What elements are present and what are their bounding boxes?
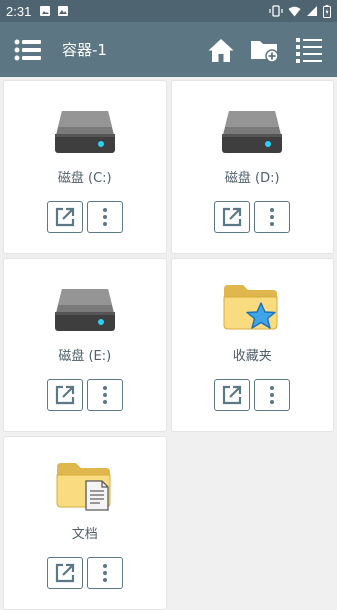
open-external-icon — [223, 207, 242, 227]
hard-drive-icon — [54, 273, 116, 333]
new-folder-button[interactable] — [247, 32, 283, 68]
storage-grid: 磁盘 (C:) 磁盘 (D:) 磁盘 (E:) 收藏夹 文档 — [0, 77, 337, 610]
more-vert-icon — [270, 208, 275, 226]
more-options-button[interactable] — [86, 201, 123, 233]
notification-image-icon — [40, 6, 51, 16]
open-external-icon — [55, 207, 74, 227]
storage-label: 磁盘 (C:) — [57, 171, 112, 186]
notification-photo-icon — [58, 6, 69, 16]
documents-folder-icon — [56, 451, 114, 511]
home-icon — [208, 38, 234, 62]
more-options-button[interactable] — [254, 379, 291, 411]
hard-drive-icon — [221, 95, 283, 155]
list-menu-icon — [14, 39, 41, 60]
open-button[interactable] — [214, 201, 251, 233]
open-external-icon — [223, 385, 242, 405]
more-vert-icon — [102, 564, 107, 582]
storage-label: 磁盘 (D:) — [224, 171, 280, 186]
more-options-button[interactable] — [86, 379, 123, 411]
storage-label: 文档 — [71, 527, 98, 542]
storage-card-favorites[interactable]: 收藏夹 — [170, 258, 334, 432]
more-options-button[interactable] — [254, 201, 291, 233]
open-external-icon — [55, 563, 74, 583]
storage-card-e[interactable]: 磁盘 (E:) — [3, 258, 167, 432]
wifi-icon — [288, 6, 301, 16]
status-bar: 2:31 — [0, 0, 337, 22]
view-options-button[interactable] — [291, 32, 327, 68]
battery-charging-icon — [323, 4, 331, 18]
open-button[interactable] — [214, 379, 251, 411]
hard-drive-icon — [54, 95, 116, 155]
vibrate-icon — [269, 5, 283, 17]
open-button[interactable] — [46, 557, 83, 589]
more-vert-icon — [102, 208, 107, 226]
detail-list-view-icon — [296, 37, 322, 63]
storage-label: 磁盘 (E:) — [58, 349, 112, 364]
open-button[interactable] — [46, 379, 83, 411]
storage-card-d[interactable]: 磁盘 (D:) — [170, 80, 334, 254]
home-button[interactable] — [203, 32, 239, 68]
more-vert-icon — [102, 386, 107, 404]
new-folder-icon — [251, 40, 279, 63]
storage-card-c[interactable]: 磁盘 (C:) — [3, 80, 167, 254]
more-vert-icon — [270, 386, 275, 404]
storage-card-documents[interactable]: 文档 — [3, 436, 167, 610]
open-external-icon — [55, 385, 74, 405]
status-time: 2:31 — [6, 3, 32, 19]
storage-label: 收藏夹 — [232, 349, 272, 364]
app-bar: 容器-1 — [0, 22, 337, 77]
more-options-button[interactable] — [86, 557, 123, 589]
page-title: 容器-1 — [62, 41, 107, 59]
open-button[interactable] — [46, 201, 83, 233]
menu-button[interactable] — [10, 32, 46, 68]
favorites-folder-icon — [223, 273, 281, 333]
cell-signal-icon — [307, 6, 317, 16]
